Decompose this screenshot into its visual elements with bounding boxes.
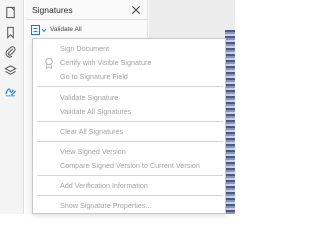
menu-item-sign-document[interactable]: Sign Document [60, 44, 109, 55]
panel-title: Signatures [32, 5, 73, 15]
validate-all-button[interactable]: Validate All [50, 26, 82, 33]
menu-separator [37, 195, 223, 196]
list-options-icon [31, 25, 47, 35]
panel-header: Signatures [26, 0, 148, 20]
bookmark-icon[interactable] [3, 25, 17, 39]
close-icon[interactable] [130, 4, 141, 15]
menu-item-go-to-signature-field[interactable]: Go to Signature Field [60, 72, 128, 83]
menu-item-clear-all-signatures[interactable]: Clear All Signatures [60, 127, 123, 138]
pages-icon[interactable] [3, 5, 17, 19]
attachment-icon[interactable] [3, 44, 17, 58]
menu-item-validate-all-signatures[interactable]: Validate All Signatures [60, 107, 131, 118]
signature-icon[interactable] [3, 83, 17, 97]
menu-item-certify-visible[interactable]: Certify with Visible Signature [60, 58, 151, 69]
document-page-edge [225, 30, 235, 214]
menu-item-show-signature-properties[interactable]: Show Signature Properties... [60, 201, 152, 212]
options-context-menu: Sign Document Certify with Visible Signa… [32, 38, 226, 214]
menu-item-view-signed-version[interactable]: View Signed Version [60, 147, 126, 158]
app-window: Signatures Validate All Sign Document Ce… [0, 0, 235, 214]
panel-toolbar: Validate All [26, 21, 148, 39]
menu-separator [37, 175, 223, 176]
certify-ribbon-icon [44, 57, 54, 70]
menu-separator [37, 86, 223, 87]
options-menu-button[interactable] [31, 25, 47, 35]
menu-item-add-verification-info[interactable]: Add Verification Information [60, 181, 148, 192]
menu-item-validate-signature[interactable]: Validate Signature [60, 93, 118, 104]
menu-separator [37, 121, 223, 122]
navigation-rail [0, 0, 24, 214]
menu-separator [37, 141, 223, 142]
layers-icon[interactable] [3, 63, 17, 77]
menu-item-compare-signed-version[interactable]: Compare Signed Version to Current Versio… [60, 161, 200, 172]
